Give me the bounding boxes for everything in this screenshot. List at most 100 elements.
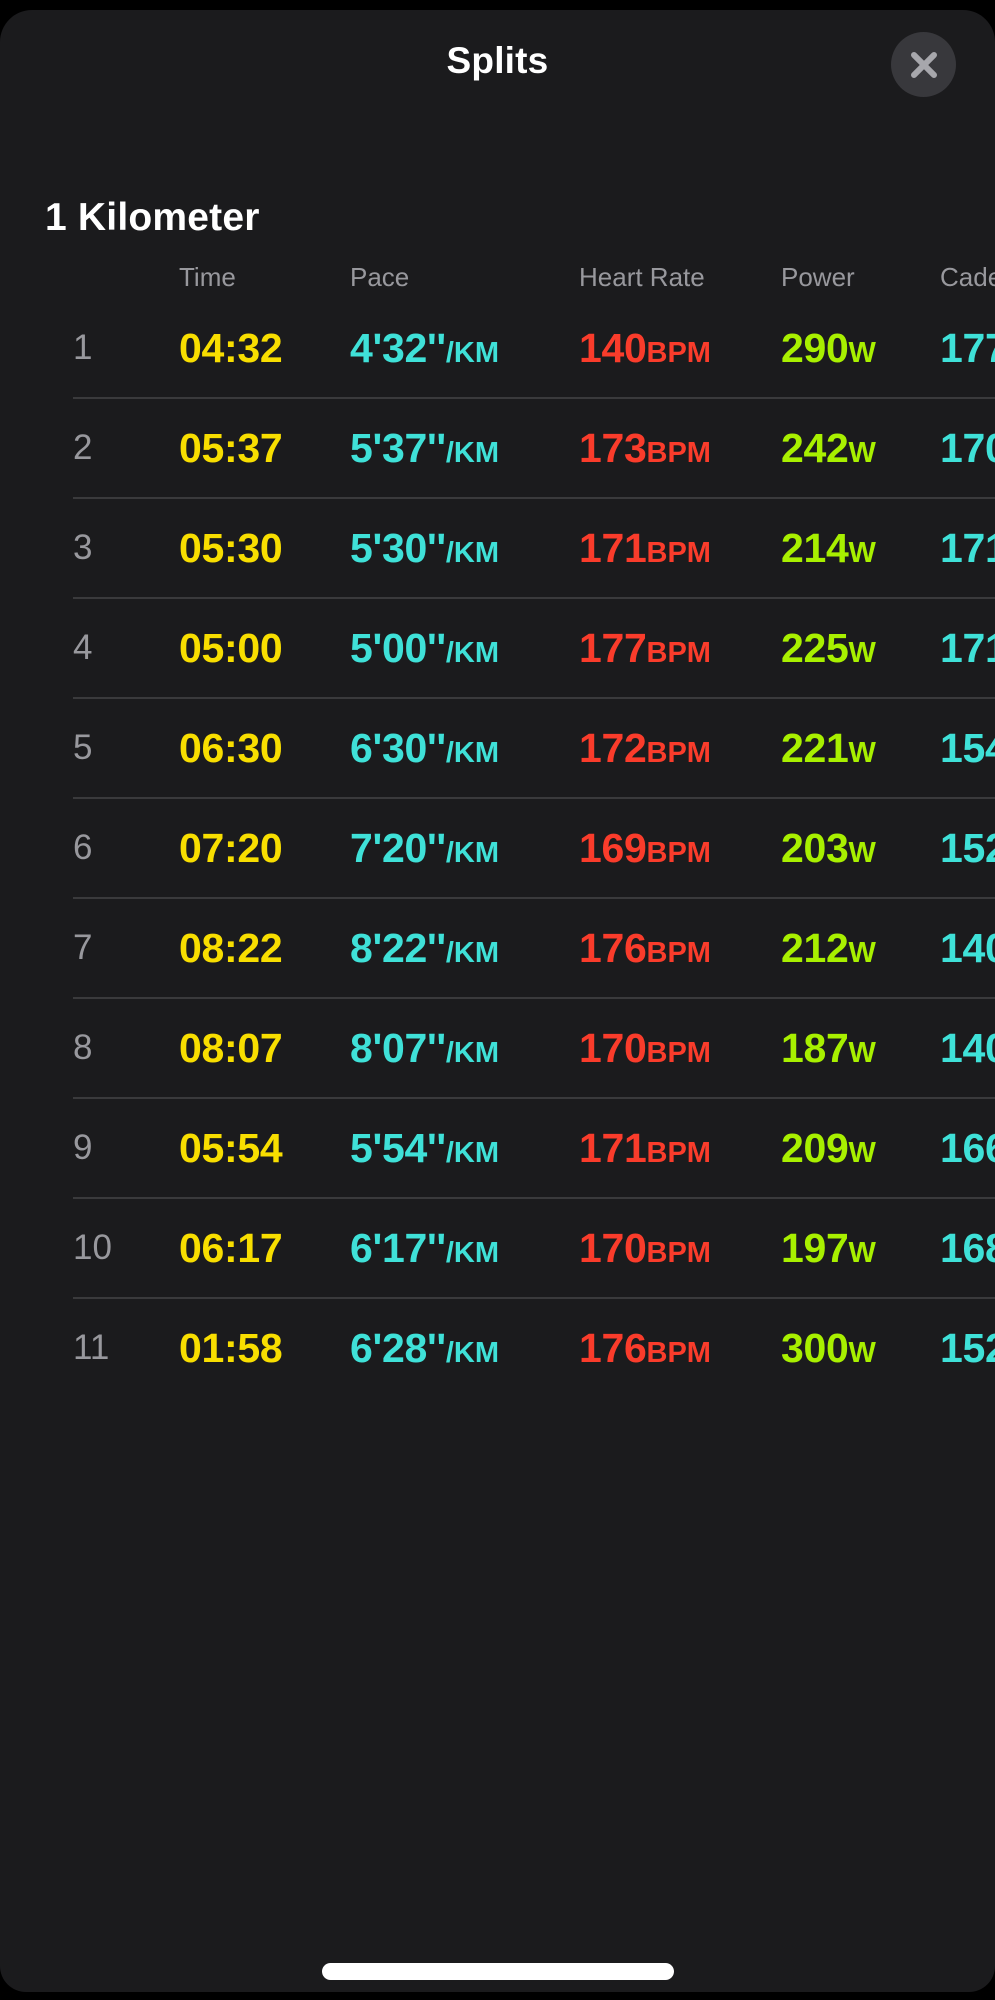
table-row: 8 08:07 8'07''/KM 170BPM 187W 140: [0, 998, 995, 1098]
cadence-value: 168: [940, 1225, 995, 1271]
heart-rate-unit: BPM: [647, 337, 711, 369]
split-time: 05:30: [179, 498, 282, 608]
power-unit: W: [849, 537, 876, 569]
table-row: 5 06:30 6'30''/KM 172BPM 221W 154: [0, 698, 995, 798]
table-row: 10 06:17 6'17''/KM 170BPM 197W 168: [0, 1198, 995, 1298]
split-power: 225W: [781, 598, 876, 708]
time-value: 05:54: [179, 1125, 282, 1171]
heart-rate-unit: BPM: [647, 837, 711, 869]
table-row: 4 05:00 5'00''/KM 177BPM 225W 171: [0, 598, 995, 698]
heart-rate-value: 171: [579, 1125, 647, 1171]
split-heart-rate: 176BPM: [579, 1298, 711, 1408]
power-unit: W: [849, 1337, 876, 1369]
pace-unit: /KM: [446, 837, 499, 869]
table-row: 1 04:32 4'32''/KM 140BPM 290W 177: [0, 298, 995, 398]
time-value: 08:07: [179, 1025, 282, 1071]
heart-rate-unit: BPM: [647, 1037, 711, 1069]
time-value: 06:17: [179, 1225, 282, 1271]
power-unit: W: [849, 937, 876, 969]
split-cadence: 177: [940, 298, 995, 408]
table-row: 9 05:54 5'54''/KM 171BPM 209W 166: [0, 1098, 995, 1198]
pace-value: 5'37'': [350, 425, 446, 471]
home-indicator[interactable]: [322, 1963, 674, 1980]
heart-rate-unit: BPM: [647, 537, 711, 569]
split-heart-rate: 173BPM: [579, 398, 711, 508]
heart-rate-value: 173: [579, 425, 647, 471]
cadence-value: 166: [940, 1125, 995, 1171]
power-unit: W: [849, 637, 876, 669]
table-row: 11 01:58 6'28''/KM 176BPM 300W 152: [0, 1298, 995, 1398]
cadence-value: 152: [940, 1325, 995, 1371]
pace-unit: /KM: [446, 537, 499, 569]
split-time: 06:17: [179, 1198, 282, 1308]
split-index: 10: [73, 1198, 112, 1298]
table-row: 2 05:37 5'37''/KM 173BPM 242W 170: [0, 398, 995, 498]
heart-rate-value: 170: [579, 1225, 647, 1271]
split-index: 1: [73, 298, 92, 398]
cadence-value: 140: [940, 1025, 995, 1071]
power-value: 214: [781, 525, 849, 571]
pace-value: 6'30'': [350, 725, 446, 771]
power-unit: W: [849, 437, 876, 469]
heart-rate-value: 177: [579, 625, 647, 671]
split-heart-rate: 177BPM: [579, 598, 711, 708]
power-value: 242: [781, 425, 849, 471]
split-cadence: 154: [940, 698, 995, 808]
split-time: 05:00: [179, 598, 282, 708]
split-time: 04:32: [179, 298, 282, 408]
heart-rate-value: 172: [579, 725, 647, 771]
splits-table-body[interactable]: 1 04:32 4'32''/KM 140BPM 290W 177 2 05:3…: [0, 298, 995, 1398]
split-index: 5: [73, 698, 92, 798]
split-heart-rate: 169BPM: [579, 798, 711, 908]
pace-value: 7'20'': [350, 825, 446, 871]
power-value: 300: [781, 1325, 849, 1371]
pace-value: 6'28'': [350, 1325, 446, 1371]
split-heart-rate: 170BPM: [579, 1198, 711, 1308]
split-time: 05:37: [179, 398, 282, 508]
time-value: 06:30: [179, 725, 282, 771]
cadence-value: 154: [940, 725, 995, 771]
power-unit: W: [849, 1037, 876, 1069]
split-pace: 5'00''/KM: [350, 598, 499, 708]
split-cadence: 152: [940, 798, 995, 908]
close-button[interactable]: [891, 32, 956, 97]
splits-sheet: Splits 1 Kilometer Time Pace Heart Rate …: [0, 10, 995, 1992]
heart-rate-value: 169: [579, 825, 647, 871]
split-index: 4: [73, 598, 92, 698]
pace-value: 5'54'': [350, 1125, 446, 1171]
split-cadence: 152: [940, 1298, 995, 1408]
split-heart-rate: 171BPM: [579, 1098, 711, 1208]
power-unit: W: [849, 337, 876, 369]
column-header-power: Power: [781, 262, 855, 293]
split-pace: 6'30''/KM: [350, 698, 499, 808]
heart-rate-unit: BPM: [647, 737, 711, 769]
pace-unit: /KM: [446, 437, 499, 469]
pace-unit: /KM: [446, 1237, 499, 1269]
split-cadence: 168: [940, 1198, 995, 1308]
power-unit: W: [849, 837, 876, 869]
pace-unit: /KM: [446, 1137, 499, 1169]
split-time: 06:30: [179, 698, 282, 808]
cadence-value: 171: [940, 625, 995, 671]
split-pace: 7'20''/KM: [350, 798, 499, 908]
time-value: 05:37: [179, 425, 282, 471]
split-pace: 8'22''/KM: [350, 898, 499, 1008]
cadence-value: 170: [940, 425, 995, 471]
table-row: 6 07:20 7'20''/KM 169BPM 203W 152: [0, 798, 995, 898]
heart-rate-unit: BPM: [647, 937, 711, 969]
split-cadence: 171: [940, 498, 995, 608]
split-index: 9: [73, 1098, 92, 1198]
split-power: 290W: [781, 298, 876, 408]
cadence-value: 177: [940, 325, 995, 371]
table-row: 7 08:22 8'22''/KM 176BPM 212W 140: [0, 898, 995, 998]
split-cadence: 140: [940, 898, 995, 1008]
split-time: 01:58: [179, 1298, 282, 1408]
heart-rate-value: 140: [579, 325, 647, 371]
heart-rate-unit: BPM: [647, 1337, 711, 1369]
split-pace: 6'17''/KM: [350, 1198, 499, 1308]
section-title: 1 Kilometer: [45, 196, 260, 240]
pace-value: 5'30'': [350, 525, 446, 571]
split-pace: 8'07''/KM: [350, 998, 499, 1108]
column-header-heart-rate: Heart Rate: [579, 262, 705, 293]
split-time: 08:07: [179, 998, 282, 1108]
